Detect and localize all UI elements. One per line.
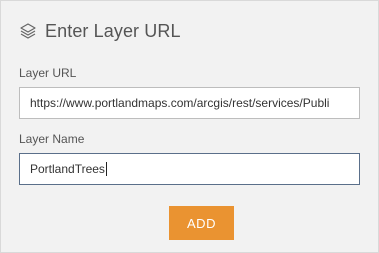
layer-url-value: https://www.portlandmaps.com/arcgis/rest… [30, 96, 330, 110]
layer-url-label: Layer URL [19, 66, 77, 80]
layer-name-input[interactable]: PortlandTrees [19, 153, 360, 185]
panel-header: Enter Layer URL [19, 19, 181, 43]
layer-name-label: Layer Name [19, 132, 85, 146]
enter-layer-url-panel: Enter Layer URL Layer URL https://www.po… [0, 0, 379, 253]
text-caret [105, 162, 107, 176]
panel-title: Enter Layer URL [45, 20, 181, 41]
layer-name-value: PortlandTrees [30, 162, 105, 176]
layer-url-input[interactable]: https://www.portlandmaps.com/arcgis/rest… [19, 87, 360, 119]
layers-icon [19, 22, 37, 40]
add-button[interactable]: ADD [169, 206, 234, 240]
